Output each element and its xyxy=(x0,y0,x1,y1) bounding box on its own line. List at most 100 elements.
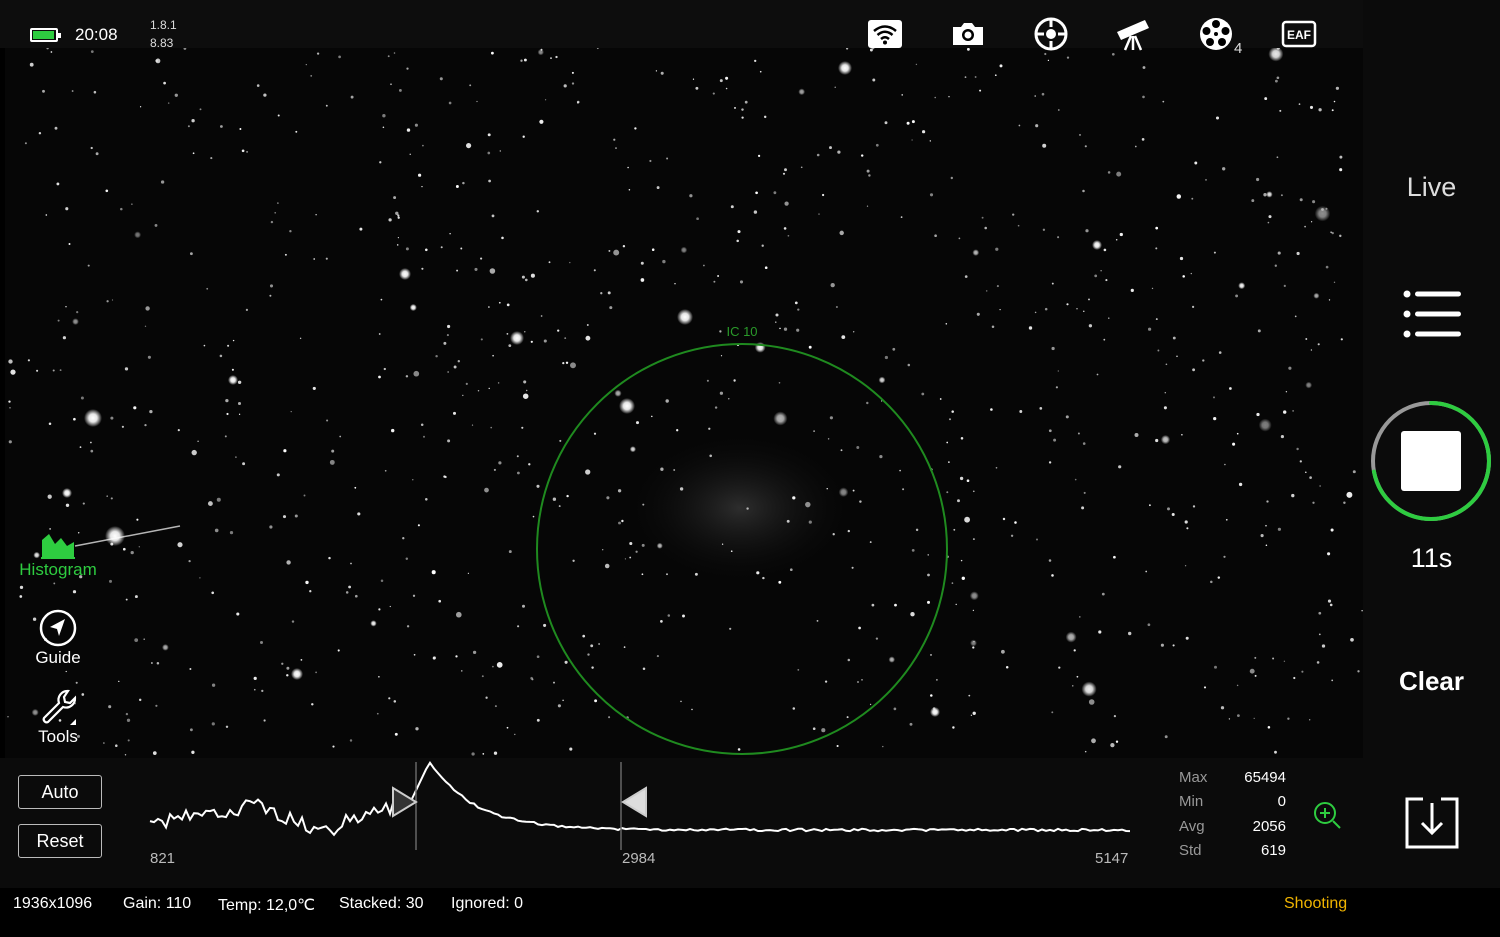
stat-key: Min xyxy=(1179,793,1204,810)
star xyxy=(1293,676,1296,680)
star xyxy=(413,370,420,377)
star xyxy=(269,284,274,288)
download-icon[interactable] xyxy=(1403,795,1461,851)
star xyxy=(999,308,1001,311)
star xyxy=(467,572,470,574)
star xyxy=(47,494,52,499)
wifi-icon[interactable] xyxy=(865,16,905,52)
star xyxy=(948,461,950,463)
star xyxy=(553,681,555,684)
star xyxy=(1039,407,1043,410)
guide-tool[interactable]: Guide xyxy=(10,608,106,668)
star xyxy=(902,488,905,491)
star xyxy=(174,93,178,97)
star xyxy=(487,151,491,155)
star xyxy=(1111,52,1115,56)
eaf-icon[interactable]: EAF xyxy=(1279,16,1319,52)
star xyxy=(1084,145,1087,148)
star xyxy=(90,50,94,53)
star xyxy=(1228,718,1231,720)
star xyxy=(482,753,485,755)
stat-value: 0 xyxy=(1277,793,1286,810)
star xyxy=(1249,668,1255,674)
star xyxy=(951,410,954,413)
histogram-tool[interactable]: Histogram xyxy=(10,530,106,580)
stop-button[interactable] xyxy=(1368,398,1494,524)
star xyxy=(425,498,428,501)
star xyxy=(149,409,153,414)
star xyxy=(792,496,796,500)
star xyxy=(615,147,617,149)
tools-tool[interactable]: Tools xyxy=(10,687,106,747)
star xyxy=(1321,644,1326,648)
star xyxy=(582,634,586,638)
star xyxy=(641,573,644,576)
star xyxy=(7,715,9,718)
star xyxy=(798,88,806,96)
star xyxy=(826,488,828,490)
star xyxy=(493,751,498,755)
live-button[interactable]: Live xyxy=(1363,172,1500,203)
star xyxy=(393,196,397,200)
star xyxy=(946,441,949,444)
star xyxy=(948,95,950,98)
star xyxy=(796,328,800,332)
guide-tool-label: Guide xyxy=(35,648,81,667)
star xyxy=(1254,656,1257,659)
star xyxy=(756,571,760,575)
star xyxy=(530,340,533,343)
star xyxy=(256,84,260,87)
star xyxy=(755,191,758,195)
star xyxy=(1184,565,1187,567)
sky-image[interactable] xyxy=(5,48,1363,758)
star xyxy=(531,678,534,681)
star xyxy=(350,95,354,99)
reset-button[interactable]: Reset xyxy=(18,824,102,858)
star xyxy=(829,146,832,150)
star xyxy=(466,143,472,149)
star xyxy=(586,324,589,326)
star xyxy=(995,466,998,469)
star xyxy=(1155,226,1159,230)
target-icon[interactable] xyxy=(1031,16,1071,52)
star xyxy=(522,135,525,138)
star xyxy=(1283,284,1286,288)
auto-button[interactable]: Auto xyxy=(18,775,102,809)
star xyxy=(557,329,560,332)
star xyxy=(444,475,447,479)
star xyxy=(1191,197,1194,200)
star xyxy=(349,739,353,742)
star xyxy=(316,52,320,55)
star xyxy=(1044,52,1047,56)
star xyxy=(1335,86,1340,90)
star xyxy=(961,576,965,580)
star xyxy=(651,248,655,251)
star xyxy=(787,234,790,237)
star xyxy=(995,247,999,251)
star xyxy=(492,354,494,357)
star xyxy=(516,455,519,458)
menu-icon[interactable] xyxy=(1401,286,1465,342)
star xyxy=(1181,434,1183,436)
star xyxy=(773,411,788,426)
telescope-icon[interactable] xyxy=(1113,16,1153,52)
star xyxy=(1115,740,1119,743)
star xyxy=(393,700,397,703)
star xyxy=(506,303,510,307)
star xyxy=(19,585,24,590)
star xyxy=(524,278,528,282)
star xyxy=(199,577,201,579)
star xyxy=(390,83,392,86)
star xyxy=(725,76,729,80)
star xyxy=(884,355,889,360)
histogram-graph[interactable] xyxy=(140,758,1140,858)
star xyxy=(857,681,859,683)
star xyxy=(206,287,209,290)
histogram-panel: Auto Reset 821 2984 5147 Max 65494 Min 0… xyxy=(0,758,1363,888)
clear-button[interactable]: Clear xyxy=(1363,666,1500,697)
camera-icon[interactable] xyxy=(948,16,988,52)
zoom-in-icon[interactable] xyxy=(1312,800,1342,830)
star xyxy=(219,354,223,358)
star xyxy=(124,754,127,756)
filter-wheel-icon[interactable] xyxy=(1196,16,1236,52)
